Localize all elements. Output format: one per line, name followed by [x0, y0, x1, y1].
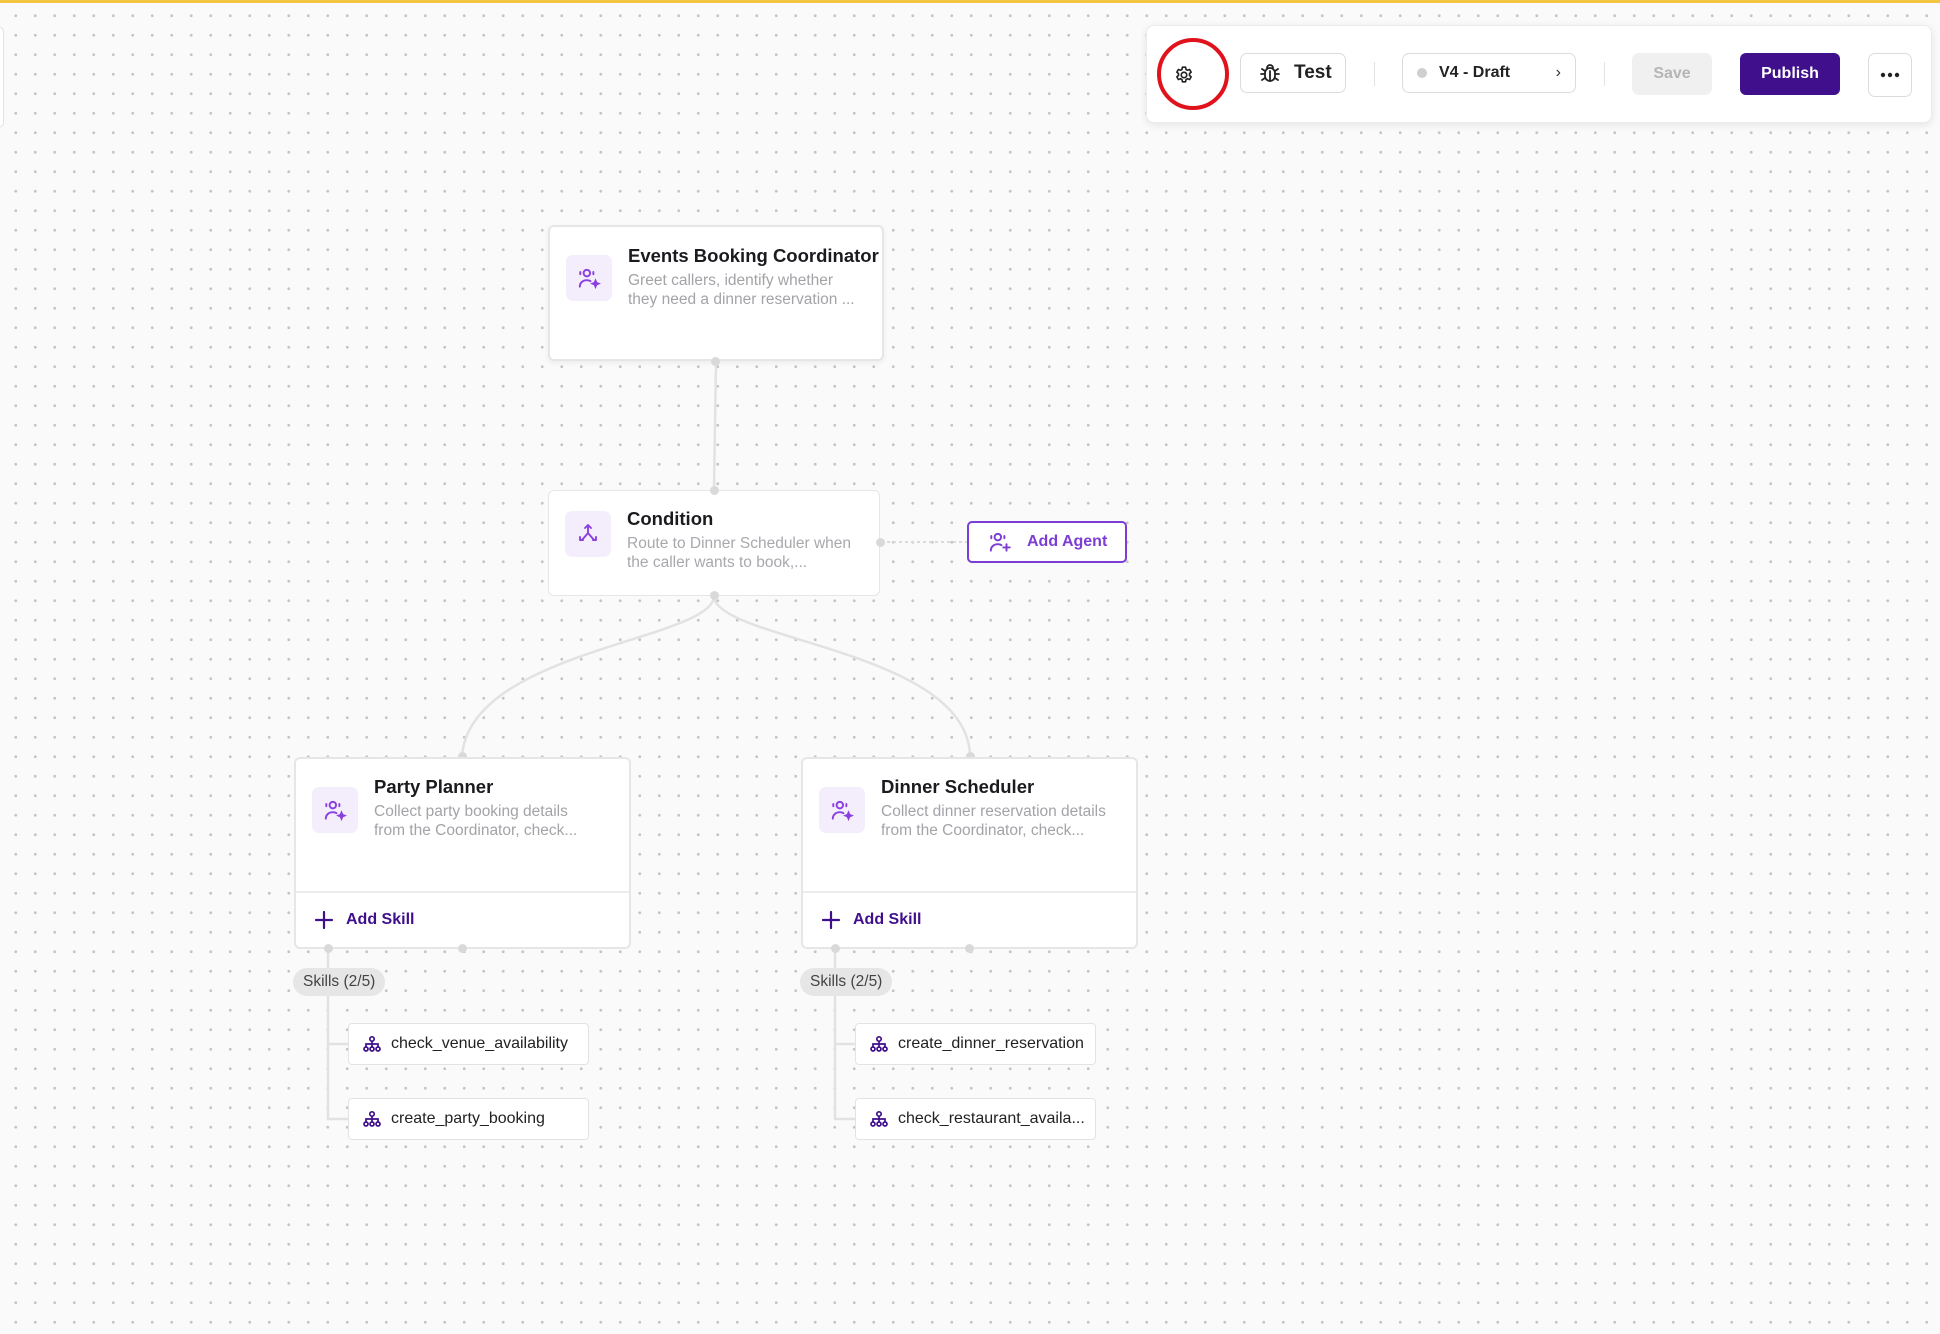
dinner-scheduler-agent-node[interactable]: Dinner Scheduler Collect dinner reservat… [801, 757, 1138, 949]
connection-handle[interactable] [711, 357, 720, 366]
edge-condition-party [460, 595, 716, 757]
test-button[interactable]: Test [1240, 53, 1346, 93]
skill-chip[interactable]: create_party_booking [348, 1098, 589, 1140]
node-title: Party Planner [374, 776, 494, 797]
node-description: Collect party booking details from the C… [374, 803, 578, 839]
edge-party-skill2 [326, 1044, 350, 1121]
connection-handle[interactable] [458, 944, 467, 953]
gear-icon [1176, 66, 1192, 83]
add-skill-label: Add Skill [853, 911, 922, 928]
add-agent-label: Add Agent [1027, 533, 1108, 550]
hierarchy-icon [870, 1110, 888, 1127]
settings-button[interactable] [1161, 52, 1207, 98]
skill-chip[interactable]: check_venue_availability [348, 1023, 589, 1065]
ellipsis-icon [1880, 72, 1900, 78]
plus-icon [821, 910, 841, 930]
node-title: Dinner Scheduler [881, 776, 1035, 797]
hierarchy-icon [363, 1110, 381, 1127]
connection-handle[interactable] [710, 591, 719, 600]
edge-party-skill1 [326, 948, 350, 1046]
skill-label: check_venue_availability [391, 1035, 568, 1052]
publish-button[interactable]: Publish [1740, 53, 1840, 95]
party-planner-agent-node[interactable]: Party Planner Collect party booking deta… [294, 757, 631, 949]
connection-handle[interactable] [324, 944, 333, 953]
skill-label: check_restaurant_availa... [898, 1110, 1085, 1127]
connection-handle[interactable] [876, 538, 885, 547]
agent-sparkle-icon [566, 255, 612, 301]
agent-sparkle-icon [312, 787, 358, 833]
coordinator-agent-node[interactable]: Events Booking Coordinator Greet callers… [548, 225, 884, 361]
agent-sparkle-icon [819, 787, 865, 833]
bug-icon [1260, 64, 1280, 82]
hierarchy-icon [870, 1035, 888, 1052]
chevron-right-icon: › [1555, 64, 1561, 81]
skills-count-badge: Skills (2/5) [293, 968, 386, 996]
add-skill-button[interactable]: Add Skill [803, 891, 1136, 947]
node-description: Route to Dinner Scheduler when the calle… [627, 535, 852, 571]
node-title: Condition [627, 508, 714, 529]
user-plus-icon [989, 532, 1011, 552]
condition-node[interactable]: Condition Route to Dinner Scheduler when… [548, 490, 880, 596]
edge-coordinator-condition [712, 361, 718, 491]
node-description: Collect dinner reservation details from … [881, 803, 1106, 839]
skill-chip[interactable]: check_restaurant_availa... [855, 1098, 1096, 1140]
node-description: Greet callers, identify whether they nee… [628, 272, 855, 308]
connection-handle[interactable] [965, 944, 974, 953]
skill-chip[interactable]: create_dinner_reservation [855, 1023, 1096, 1065]
add-skill-button[interactable]: Add Skill [296, 891, 629, 947]
connection-handle[interactable] [710, 486, 719, 495]
save-button[interactable]: Save [1632, 53, 1712, 95]
skills-count-badge: Skills (2/5) [800, 968, 893, 996]
version-label: V4 - Draft [1439, 64, 1511, 81]
skill-label: create_dinner_reservation [898, 1035, 1084, 1052]
test-label: Test [1294, 62, 1332, 83]
more-options-button[interactable] [1868, 53, 1912, 97]
plus-icon [314, 910, 334, 930]
node-title: Events Booking Coordinator [628, 245, 879, 266]
skill-label: create_party_booking [391, 1110, 545, 1127]
add-skill-label: Add Skill [346, 911, 415, 928]
toolbar-divider [1374, 62, 1375, 86]
edge-dinner-skill1 [833, 948, 857, 1046]
add-agent-button[interactable]: Add Agent [967, 521, 1127, 563]
toolbar-divider [1604, 62, 1605, 86]
edge-condition-dinner [712, 595, 972, 757]
version-status-dot [1417, 68, 1427, 78]
branch-icon [565, 511, 611, 557]
edge-dinner-skill2 [833, 1044, 857, 1121]
top-toolbar: Test V4 - Draft › Save Publish [1146, 25, 1932, 123]
version-selector[interactable]: V4 - Draft › [1402, 53, 1576, 93]
connection-handle[interactable] [831, 944, 840, 953]
hierarchy-icon [363, 1035, 381, 1052]
